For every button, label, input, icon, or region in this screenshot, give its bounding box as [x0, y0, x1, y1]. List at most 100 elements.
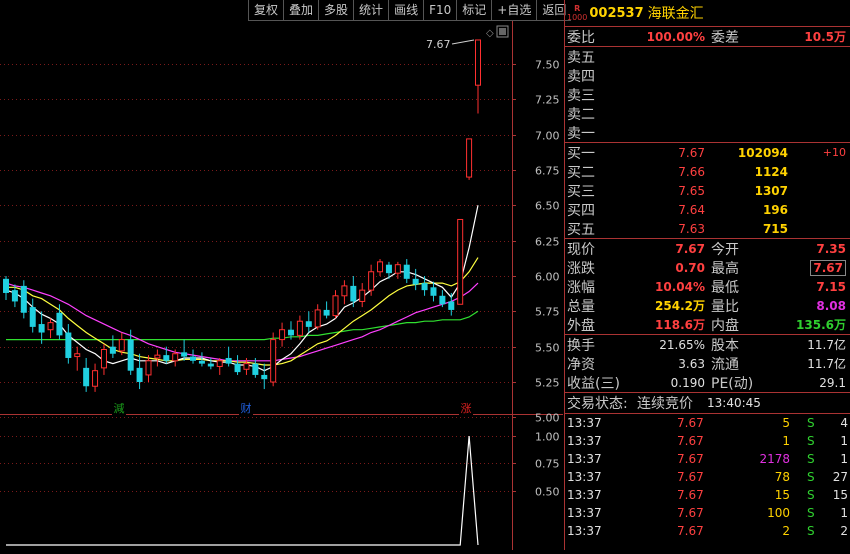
info-label: PE(动): [711, 375, 754, 392]
stat-row: 涨幅 10.04% 最低 7.15: [565, 277, 850, 296]
kline-chart[interactable]: 7.50 7.25 7.00 6.75 6.50 6.25 6.00 5.75 5.50 5.25…: [0, 0, 563, 550]
weibi-label: 委比: [567, 29, 595, 46]
stat-value: 254.2万: [655, 299, 705, 313]
tick-side: S: [807, 524, 815, 538]
stat-value: 7.67: [675, 241, 705, 256]
candle-body: [74, 353, 81, 358]
volume-axis-label: 0.75: [535, 458, 560, 471]
overlay-button[interactable]: 叠加: [283, 0, 319, 21]
tick-row: 13:37 7.67 100 S 1: [565, 504, 850, 522]
candle-body: [394, 264, 401, 274]
candle-body: [3, 278, 9, 293]
tick-volume: 78: [774, 470, 790, 484]
ask-row: 卖三: [565, 85, 850, 104]
tick-side: S: [807, 452, 815, 466]
candle-body: [243, 363, 250, 370]
chart-toolbar: 复权 叠加 多股 统计 画线 F10 标记 +自选 返回: [248, 0, 572, 21]
candle-body: [181, 352, 188, 357]
price-axis-label: 5.50: [535, 342, 560, 355]
bid-row: 买四 7.64 196: [565, 200, 850, 219]
weicha-label: 委差: [711, 29, 739, 46]
bid-label: 买四: [567, 202, 595, 219]
tick-list[interactable]: 13:37 7.67 5 S 4 13:37 7.67 1 S 1 13:37 7.67 2178 S 1 1…: [565, 414, 850, 540]
price-axis-label: 6.25: [535, 236, 560, 249]
weibi-row: 委比 100.00% 委差 10.5万: [565, 27, 850, 47]
stat-value: 7.15: [816, 279, 846, 294]
info-value: 0.190: [670, 375, 705, 390]
candle-body: [466, 138, 473, 178]
stat-label: 涨幅: [567, 279, 595, 296]
event-marker: 财: [241, 401, 252, 415]
price-axis-label: 7.25: [535, 94, 560, 107]
add-watchlist-button[interactable]: +自选: [491, 0, 537, 21]
candle-body: [279, 329, 286, 341]
stat-label: 总量: [567, 298, 595, 315]
multi-stock-button[interactable]: 多股: [318, 0, 354, 21]
info-value: 29.1: [819, 375, 846, 390]
stat-label: 今开: [711, 241, 739, 258]
tick-count: 4: [840, 416, 848, 430]
candle-body: [341, 285, 348, 297]
high-label-arrow: [451, 39, 475, 45]
stat-label: 最高: [711, 260, 739, 277]
stock-name: 海联金汇: [647, 6, 704, 22]
bid-price: 7.63: [678, 221, 705, 236]
tick-price: 7.67: [677, 452, 704, 466]
volume-axis-label: 1.00: [535, 431, 560, 444]
diamond-marker-icon: ◇: [486, 28, 494, 39]
ask-label: 卖一: [567, 125, 595, 142]
candle-body: [305, 321, 312, 327]
tick-time: 13:37: [567, 506, 602, 520]
restore-rights-button[interactable]: 复权: [248, 0, 284, 21]
tick-volume: 2: [782, 524, 790, 538]
bid-volume: 1307: [754, 183, 788, 198]
ask-label: 卖五: [567, 49, 595, 66]
stat-label: 外盘: [567, 317, 595, 334]
stat-value: 135.6万: [796, 318, 846, 332]
info-label: 换手: [567, 337, 595, 354]
tick-side: S: [807, 506, 815, 520]
trade-status-row: 交易状态: 连续竞价 13:40:45: [565, 393, 850, 414]
candle-body: [118, 339, 125, 352]
price-axis-label: 5.75: [535, 306, 560, 319]
tick-side: S: [807, 470, 815, 484]
kline-chart-area[interactable]: 7.50 7.25 7.00 6.75 6.50 6.25 6.00 5.75 5.50 5.25…: [0, 0, 563, 550]
tick-row: 13:37 7.67 2 S 2: [565, 522, 850, 540]
statistics-button[interactable]: 统计: [353, 0, 389, 21]
price-axis-label: 7.50: [535, 59, 560, 72]
candle-body: [359, 289, 366, 302]
info-row: 收益(三) 0.190 PE(动) 29.1: [565, 373, 850, 392]
f10-button[interactable]: F10: [423, 0, 457, 21]
tick-row: 13:37 7.67 2178 S 1: [565, 450, 850, 468]
candle-body: [109, 346, 116, 354]
draw-line-button[interactable]: 画线: [388, 0, 424, 21]
tick-count: 15: [832, 488, 848, 502]
tick-time: 13:37: [567, 434, 602, 448]
chart-settings-icon-inner: [499, 28, 506, 35]
candle-body: [172, 353, 179, 362]
stat-label: 最低: [711, 279, 739, 296]
price-axis-label: 7.00: [535, 130, 560, 143]
candle-body: [332, 295, 339, 317]
candle-body: [323, 309, 330, 316]
mark-button[interactable]: 标记: [456, 0, 492, 21]
ask-label: 卖四: [567, 68, 595, 85]
candle-body: [270, 339, 277, 383]
candle-body: [252, 363, 259, 375]
price-axis-label: 5.25: [535, 377, 560, 390]
tick-volume: 1: [782, 434, 790, 448]
candle-body: [190, 356, 197, 361]
ask-label: 卖三: [567, 87, 595, 104]
stat-value: 10.04%: [655, 279, 705, 294]
candle-body: [154, 354, 161, 359]
candle-body: [127, 339, 134, 371]
tick-time: 13:37: [567, 452, 602, 466]
candle-body: [377, 261, 384, 273]
tick-volume: 2178: [759, 452, 790, 466]
candle-body: [314, 309, 321, 328]
info-row: 净资 3.63 流通 11.7亿: [565, 354, 850, 373]
price-axis-label: 6.75: [535, 165, 560, 178]
candle-body: [38, 324, 45, 333]
info-label: 收益(三): [567, 375, 620, 392]
stat-value: 0.70: [675, 260, 705, 275]
